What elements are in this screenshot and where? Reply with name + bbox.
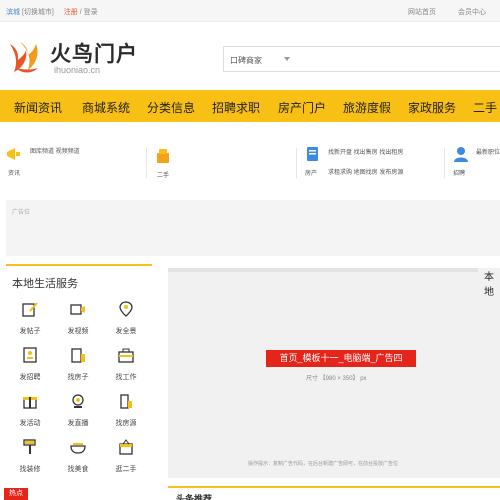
- life-cell-label: 发帖子: [19, 328, 41, 335]
- life-find-job-button[interactable]: 找工作: [104, 344, 148, 386]
- life-food-button[interactable]: 找美食: [56, 436, 100, 478]
- banner-top-stripe: [168, 268, 478, 272]
- ad-slot-label: 广告位: [12, 210, 31, 216]
- logo-domain: ihuoniao.cn: [54, 65, 101, 75]
- life-cell-label: 找美食: [67, 466, 89, 473]
- quick-second-hand-label[interactable]: 二手: [157, 170, 169, 179]
- nav-item-jobs[interactable]: 招聘求职: [212, 99, 260, 116]
- life-cell-label: 发招聘: [19, 374, 41, 381]
- banner-ad[interactable]: 首页_模板十一_电脑端_广告四 尺寸 【980 × 350】 px 操作提示：复…: [168, 268, 500, 478]
- life-cell-label: 找房源: [115, 420, 137, 427]
- life-post-button[interactable]: 发帖子: [8, 298, 52, 340]
- life-cell-label: 发视频: [67, 328, 89, 335]
- gift-icon: [23, 397, 37, 409]
- login-link[interactable]: 登录: [84, 9, 98, 16]
- local-life-panel: 本地生活服务 发帖子 发视频 发全景 发招聘 找房子 找工作 发活动 发直播 找…: [6, 264, 152, 480]
- life-panorama-button[interactable]: 发全景: [104, 298, 148, 340]
- quick-news-label[interactable]: 资讯: [8, 168, 20, 177]
- nav-item-house[interactable]: 房产门户: [278, 99, 326, 116]
- quick-house-label[interactable]: 房产: [305, 168, 317, 177]
- nav-item-housekeeping[interactable]: 家政服务: [408, 99, 456, 116]
- document-icon: [307, 147, 318, 161]
- local-life-title: 本地生活服务: [12, 278, 78, 290]
- nav-item-classifieds[interactable]: 分类信息: [147, 99, 195, 116]
- life-cell-label: 找装修: [19, 466, 41, 473]
- nav-item-mall[interactable]: 商城系统: [82, 99, 130, 116]
- quick-news-links[interactable]: 图库频道 视频频道: [30, 146, 80, 155]
- paint-roller-icon: [23, 439, 36, 454]
- nav-item-news[interactable]: 新闻资讯: [14, 99, 62, 116]
- ad-slot[interactable]: 广告位: [6, 200, 500, 256]
- divider: [146, 148, 147, 178]
- id-card-icon: [23, 347, 37, 363]
- nav-item-travel[interactable]: 旅游度假: [343, 99, 391, 116]
- life-recruit-button[interactable]: 发招聘: [8, 344, 52, 386]
- divider: [296, 148, 297, 178]
- quick-job-links[interactable]: 最新职位: [476, 147, 500, 156]
- megaphone-icon: [7, 148, 20, 160]
- hot-badge: 热点: [4, 488, 28, 500]
- link-separator: /: [79, 9, 82, 16]
- switch-city-link[interactable]: [切换城市]: [22, 9, 54, 16]
- life-find-listing-button[interactable]: 找房源: [104, 390, 148, 432]
- divider: [444, 148, 445, 178]
- shop-icon: [157, 149, 169, 163]
- right-panel-title: 本地: [484, 272, 494, 298]
- life-cell-label: 发直播: [67, 420, 89, 427]
- logo-name: 火鸟门户: [50, 43, 138, 66]
- main-nav: 新闻资讯 商城系统 分类信息 招聘求职 房产门户 旅游度假 家政服务 二手: [0, 90, 500, 122]
- headline-section-title: 头条推荐: [176, 494, 213, 500]
- building-icon: [71, 348, 85, 363]
- quick-house-links-1[interactable]: 找新开盘 找出售房 找出租房: [328, 147, 403, 156]
- search-scope-select[interactable]: 口碑商家: [230, 55, 262, 66]
- life-cell-label: 发活动: [19, 420, 41, 427]
- house-icon: [120, 394, 132, 409]
- nav-item-second-hand[interactable]: 二手: [473, 99, 497, 116]
- site-logo[interactable]: 火鸟门户 ihuoniao.cn: [6, 38, 146, 78]
- video-camera-icon: [70, 304, 85, 315]
- webcam-icon: [72, 394, 84, 408]
- register-link[interactable]: 注册: [64, 9, 78, 16]
- banner-ad-tip: 操作提示：复制广告代码，在后台新建广告即可，在前台投放广告位: [248, 461, 399, 467]
- firebird-logo-icon: [10, 42, 38, 73]
- life-cell-label: 找房子: [67, 374, 89, 381]
- life-video-button[interactable]: 发视频: [56, 298, 100, 340]
- homepage-link[interactable]: 网站首页: [408, 7, 436, 17]
- life-find-house-button[interactable]: 找房子: [56, 344, 100, 386]
- quick-links: 资讯 图库频道 视频频道 二手 房产 找新开盘 找出售房 找出租房 求租求购 地…: [0, 140, 500, 186]
- member-center-link[interactable]: 会员中心: [458, 7, 486, 17]
- basket-icon: [119, 439, 133, 455]
- banner-ad-title: 首页_模板十一_电脑端_广告四: [266, 350, 416, 367]
- banner-ad-size: 尺寸 【980 × 350】 px: [306, 376, 367, 382]
- life-live-button[interactable]: 发直播: [56, 390, 100, 432]
- life-renovation-button[interactable]: 找装修: [8, 436, 52, 478]
- headline-section: 头条推荐: [168, 486, 500, 500]
- search-box[interactable]: 口碑商家: [223, 46, 500, 72]
- person-icon: [454, 147, 468, 162]
- quick-job-label[interactable]: 招聘: [453, 168, 465, 177]
- quick-house-links-2[interactable]: 求租求购 地图找房 发布房源: [328, 167, 403, 176]
- current-city[interactable]: 滨城: [6, 9, 20, 16]
- life-cell-label: 发全景: [115, 328, 137, 335]
- life-event-button[interactable]: 发活动: [8, 390, 52, 432]
- top-bar: 滨城 [切换城市] 注册 / 登录 网站首页 会员中心: [0, 0, 500, 22]
- life-cell-label: 逛二手: [115, 466, 137, 473]
- briefcase-icon: [118, 348, 134, 363]
- life-cell-label: 找工作: [115, 374, 137, 381]
- chevron-down-icon[interactable]: [284, 57, 290, 61]
- edit-icon: [22, 302, 38, 317]
- life-second-hand-button[interactable]: 逛二手: [104, 436, 148, 478]
- top-left-links: 滨城 [切换城市] 注册 / 登录: [6, 7, 98, 17]
- map-pin-icon: [119, 301, 133, 317]
- bowl-icon: [70, 443, 86, 454]
